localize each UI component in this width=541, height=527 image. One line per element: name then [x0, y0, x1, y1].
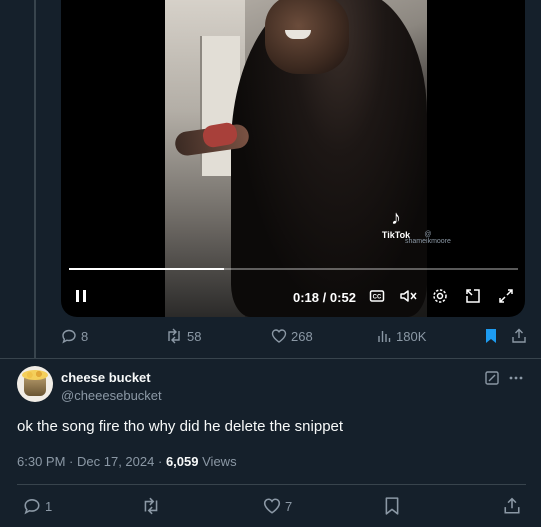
reply-share-button[interactable]	[503, 497, 521, 515]
bookmark-icon	[385, 497, 399, 515]
pause-icon[interactable]	[73, 288, 89, 304]
reply-time[interactable]: 6:30 PM	[17, 454, 65, 469]
reply-button[interactable]: 8	[61, 328, 88, 344]
bookmark-filled-icon	[486, 329, 496, 343]
views-button[interactable]: 180K	[376, 328, 426, 344]
reply-views-count: 6,059	[165, 454, 199, 469]
settings-icon[interactable]	[432, 288, 448, 304]
grok-icon[interactable]	[484, 370, 500, 391]
reply-meta: 6:30 PM · Dec 17, 2024 · 6,059 Views	[17, 454, 237, 469]
tiktok-logo-icon: ♪	[391, 207, 401, 229]
reply-retweet-button[interactable]	[141, 497, 165, 515]
reply-text: ok the song fire tho why did he delete t…	[17, 418, 344, 435]
like-count: 268	[291, 328, 313, 344]
thread-connector-line	[34, 0, 36, 358]
reply-like-count: 7	[285, 498, 293, 514]
svg-text:CC: CC	[373, 295, 382, 301]
reply-icon	[62, 329, 76, 344]
retweet-button[interactable]: 58	[165, 328, 201, 344]
share-button[interactable]	[511, 328, 527, 344]
heart-icon	[263, 498, 281, 514]
divider	[17, 484, 526, 485]
reply-reply-count: 1	[45, 498, 53, 514]
views-chart-icon	[378, 331, 391, 342]
video-time-separator: /	[322, 290, 327, 305]
tweet-actions-bar: 8 58 268 180K	[61, 328, 531, 350]
video-controls: 0:18 / 0:52 CC	[61, 280, 525, 314]
video-progress-bar[interactable]	[69, 268, 518, 270]
video-progress-fill	[69, 268, 225, 270]
heart-icon	[271, 329, 287, 343]
video-player[interactable]: ♪ TikTok @ shameikmoore 0:18 / 0:52 CC	[61, 0, 525, 317]
reply-icon	[24, 499, 40, 515]
like-button[interactable]: 268	[271, 328, 313, 344]
captions-icon[interactable]: CC	[369, 288, 385, 304]
cheese-image	[22, 370, 48, 380]
video-current-time: 0:18	[293, 290, 320, 305]
video-duration: 0:52	[329, 290, 356, 305]
share-icon	[504, 497, 520, 514]
reply-views-label: Views	[202, 454, 237, 469]
reply-handle[interactable]: @cheeesebucket	[61, 388, 162, 403]
reply-bookmark-button[interactable]	[384, 497, 400, 515]
reply-date[interactable]: Dec 17, 2024	[77, 454, 154, 469]
avatar[interactable]	[17, 366, 53, 402]
more-options-icon[interactable]	[508, 370, 524, 391]
views-count: 180K	[396, 328, 427, 344]
retweet-icon	[144, 497, 158, 515]
fullscreen-icon[interactable]	[498, 288, 514, 304]
tiktok-handle-text: @ shameikmoore	[405, 231, 451, 245]
retweet-count: 58	[187, 328, 202, 344]
reply-like-button[interactable]: 7	[263, 497, 292, 515]
picture-in-picture-icon[interactable]	[465, 288, 481, 304]
reply-actions-bar: 1 7	[17, 497, 532, 519]
tiktok-watermark: ♪ TikTok @ shameikmoore	[361, 207, 451, 245]
reply-header: cheese bucket @cheeesebucket	[17, 366, 537, 406]
reply-reply-button[interactable]: 1	[23, 497, 52, 515]
video-time: 0:18 / 0:52	[293, 290, 356, 305]
reply-display-name[interactable]: cheese bucket	[61, 370, 151, 385]
muted-volume-icon[interactable]	[399, 288, 417, 304]
bookmark-button[interactable]	[484, 328, 498, 344]
meta-separator: ·	[69, 454, 74, 469]
reply-count: 8	[81, 328, 89, 344]
divider	[0, 358, 541, 359]
meta-separator-2: ·	[157, 454, 163, 469]
share-icon	[512, 328, 526, 343]
retweet-icon	[168, 328, 180, 344]
